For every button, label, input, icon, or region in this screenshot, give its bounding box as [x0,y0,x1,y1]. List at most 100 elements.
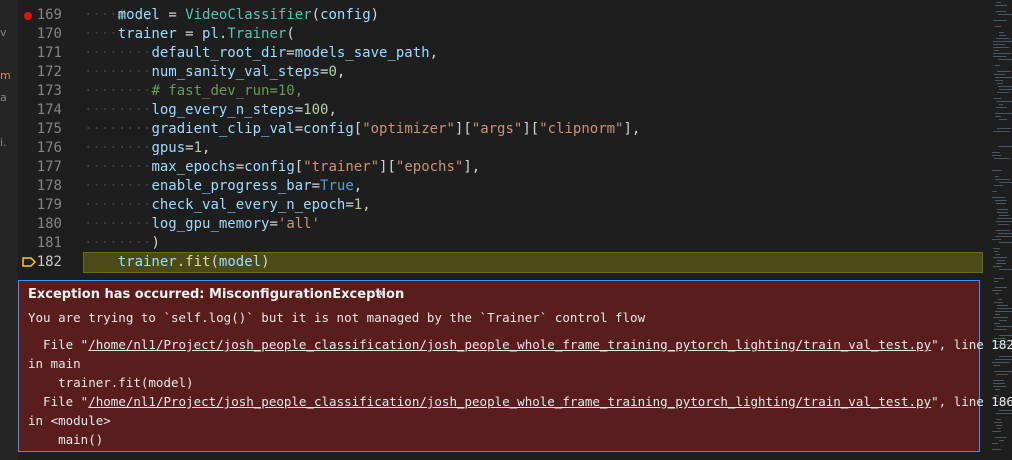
close-icon[interactable]: × [375,286,387,302]
minimap-line [992,152,1000,153]
minimap-line [997,209,1008,210]
trace-line: in main [28,356,81,371]
sidebar-fragment: a [0,91,7,104]
minimap-line [996,254,1000,255]
minimap-line [998,224,1009,225]
breakpoint-icon[interactable] [24,12,32,20]
minimap-line [999,215,1009,216]
code-line: ········check_val_every_n_epoch=1, [84,197,371,213]
minimap-line [992,239,1001,240]
minimap-line [996,11,1006,12]
minimap[interactable] [984,0,1012,460]
code-line: ····trainer = pl.Trainer( [84,26,295,42]
minimap-line [994,50,999,51]
file-path-link[interactable]: /home/nl1/Project/josh_people_classifica… [88,337,931,352]
code-line: ········# fast_dev_run=10, [84,83,304,99]
minimap-line [993,383,1005,384]
minimap-line [993,20,1007,21]
minimap-line [997,260,1005,261]
current-code-line: ····trainer.fit(model) [83,252,983,273]
minimap-line [992,197,1005,198]
minimap-line [992,155,1001,156]
minimap-line [996,107,1007,108]
code-text: enable_progress_bar=True, [151,178,363,194]
line-number: 170 [36,26,62,42]
minimap-line [996,425,1002,426]
minimap-line [994,302,1003,303]
sidebar-fragment: i. [0,136,7,149]
code-line: ········log_gpu_memory='all' [84,216,321,232]
trace-line: trainer.fit(model) [28,375,194,390]
code-text: # fast_dev_run=10, [151,83,304,99]
minimap-line [992,443,998,444]
minimap-line [995,359,1012,360]
code-text: check_val_every_n_epoch=1, [151,197,371,213]
code-line: ····model = VideoClassifier(config) [84,7,380,23]
minimap-line [992,362,1010,363]
line-number: 172 [36,64,62,80]
minimap-line [992,290,1002,291]
explorer-sidebar-edge: v m a i. [0,0,18,460]
minimap-line [995,179,1010,180]
code-text: max_epochs=config["trainer"]["epochs"], [151,159,481,175]
minimap-line [995,5,1007,6]
minimap-line [999,89,1012,90]
minimap-line [995,113,1012,114]
minimap-line [997,92,1009,93]
minimap-line [995,236,1012,237]
minimap-line [998,233,1012,234]
minimap-line [995,77,1012,78]
minimap-line [999,35,1006,36]
minimap-line [999,410,1012,411]
code-line: ········num_sanity_val_steps=0, [84,64,346,80]
exception-title: Exception has occurred: Misconfiguration… [28,287,405,302]
minimap-line [992,431,1001,432]
minimap-line [992,449,1001,450]
line-number: 176 [36,140,62,156]
minimap-line [999,32,1004,33]
minimap-line [996,413,1012,414]
minimap-line [994,422,1002,423]
minimap-line [995,287,1007,288]
trace-line: File "/home/nl1/Project/josh_people_clas… [28,394,1012,409]
line-number: 179 [36,197,62,213]
code-line: ········gpus=1, [84,140,211,156]
minimap-line [995,200,1007,201]
file-path-link[interactable]: /home/nl1/Project/josh_people_classifica… [88,394,931,409]
minimap-line [994,278,1004,279]
minimap-line [993,257,1007,258]
code-text: num_sanity_val_steps=0, [151,64,346,80]
minimap-line [999,335,1012,336]
minimap-line [994,323,1000,324]
minimap-line [993,386,1006,387]
sidebar-fragment: m [0,69,11,82]
minimap-line [995,389,1000,390]
minimap-line [996,2,1001,3]
minimap-line [996,263,1006,264]
minimap-line [993,317,1008,318]
minimap-line [993,53,1011,54]
minimap-line [997,71,1011,72]
code-text: gpus=1, [151,140,211,156]
minimap-line [995,437,1007,438]
minimap-line [999,356,1012,357]
code-line: ········max_epochs=config["trainer"]["ep… [84,159,481,175]
minimap-line [992,191,997,192]
code-text: ) [151,235,160,251]
minimap-line [999,320,1007,321]
minimap-line [993,47,1009,48]
minimap-line [994,281,998,282]
minimap-line [994,158,1010,159]
trace-line: main() [28,432,104,447]
minimap-line [999,104,1003,105]
minimap-line [995,65,1000,66]
line-number: 181 [36,235,62,251]
code-text: log_gpu_memory='all' [151,216,321,232]
minimap-line [994,251,998,252]
code-line: ········enable_progress_bar=True, [84,178,363,194]
minimap-line [997,101,1012,102]
minimap-line [993,266,1002,267]
code-text: trainer.fit(model) [117,254,270,270]
code-text: model = VideoClassifier(config) [117,7,380,23]
code-line: ········gradient_clip_val=config["optimi… [84,121,641,137]
